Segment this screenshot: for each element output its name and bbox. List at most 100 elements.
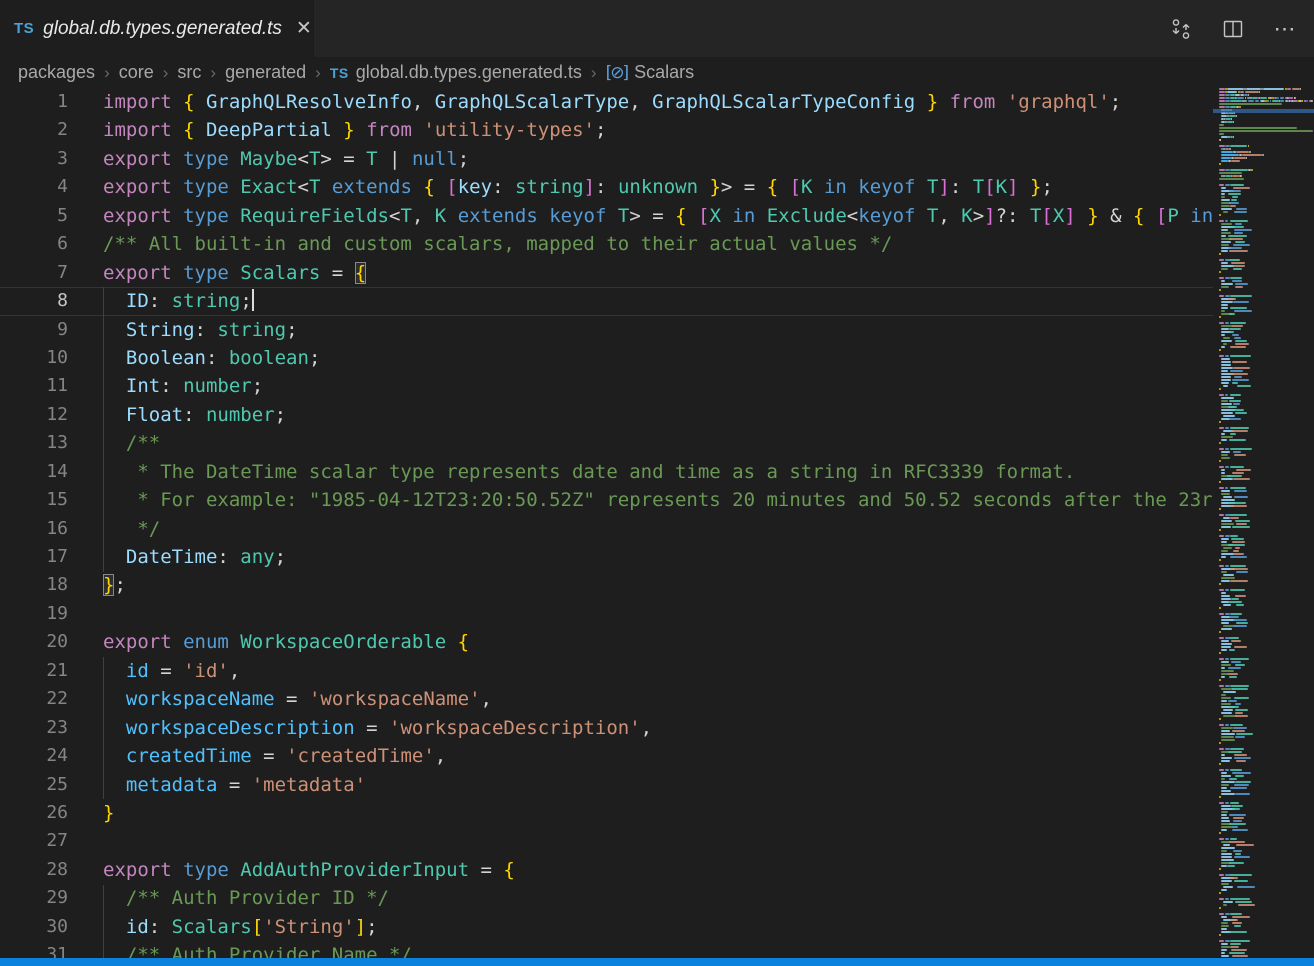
line-number[interactable]: 15 bbox=[0, 486, 68, 514]
breadcrumb-item-scalars[interactable]: [⊘]Scalars bbox=[606, 62, 695, 83]
line-number[interactable]: 19 bbox=[0, 600, 68, 628]
line-number[interactable]: 6 bbox=[0, 230, 68, 258]
line-number[interactable]: 3 bbox=[0, 145, 68, 173]
line-number[interactable]: 28 bbox=[0, 856, 68, 884]
code-line[interactable]: 13 /** bbox=[0, 429, 1213, 457]
minimap-line bbox=[1221, 946, 1230, 948]
code-line[interactable]: 4export type Exact<T extends { [key: str… bbox=[0, 173, 1213, 201]
code-line[interactable]: 20export enum WorkspaceOrderable { bbox=[0, 628, 1213, 656]
code-line[interactable]: 25 metadata = 'metadata' bbox=[0, 771, 1213, 799]
minimap-line bbox=[1221, 850, 1227, 852]
minimap-line bbox=[1221, 694, 1226, 696]
line-number[interactable]: 14 bbox=[0, 458, 68, 486]
code-line[interactable]: 23 workspaceDescription = 'workspaceDesc… bbox=[0, 714, 1213, 742]
code-line[interactable]: 10 Boolean: boolean; bbox=[0, 344, 1213, 372]
code-editor[interactable]: 1import { GraphQLResolveInfo, GraphQLSca… bbox=[0, 88, 1213, 966]
code-line[interactable]: 6/** All built-in and custom scalars, ma… bbox=[0, 230, 1213, 258]
line-number[interactable]: 2 bbox=[0, 116, 68, 144]
line-number[interactable]: 21 bbox=[0, 657, 68, 685]
code-line[interactable]: 1import { GraphQLResolveInfo, GraphQLSca… bbox=[0, 88, 1213, 116]
minimap-line bbox=[1221, 151, 1233, 153]
line-number[interactable]: 27 bbox=[0, 827, 68, 855]
code-line[interactable]: 16 */ bbox=[0, 515, 1213, 543]
line-number[interactable]: 22 bbox=[0, 685, 68, 713]
code-line[interactable]: 2import { DeepPartial } from 'utility-ty… bbox=[0, 116, 1213, 144]
minimap-line bbox=[1230, 943, 1242, 945]
code-line[interactable]: 21 id = 'id', bbox=[0, 657, 1213, 685]
minimap-line bbox=[1237, 97, 1243, 99]
line-number[interactable]: 8 bbox=[0, 287, 68, 315]
minimap-line bbox=[1219, 220, 1224, 222]
code-line[interactable]: 9 String: string; bbox=[0, 316, 1213, 344]
code-line[interactable]: 3export type Maybe<T> = T | null; bbox=[0, 145, 1213, 173]
more-actions-icon[interactable]: ⋯ bbox=[1272, 16, 1298, 42]
code-line[interactable]: 7export type Scalars = { bbox=[0, 259, 1213, 287]
open-changes-icon[interactable] bbox=[1168, 16, 1194, 42]
code-line[interactable]: 18}; bbox=[0, 571, 1213, 599]
line-number[interactable]: 17 bbox=[0, 543, 68, 571]
minimap-line bbox=[1235, 595, 1246, 597]
breadcrumb-item-core[interactable]: core bbox=[119, 62, 154, 83]
line-number[interactable]: 11 bbox=[0, 372, 68, 400]
line-number[interactable]: 1 bbox=[0, 88, 68, 116]
code-line[interactable]: 28export type AddAuthProviderInput = { bbox=[0, 856, 1213, 884]
breadcrumb-item-packages[interactable]: packages bbox=[18, 62, 95, 83]
minimap-line bbox=[1232, 361, 1247, 363]
minimap-line bbox=[1223, 517, 1231, 519]
minimap[interactable] bbox=[1213, 88, 1314, 958]
minimap-line bbox=[1230, 184, 1244, 186]
code-line[interactable]: 17 DateTime: any; bbox=[0, 543, 1213, 571]
code-line[interactable]: 22 workspaceName = 'workspaceName', bbox=[0, 685, 1213, 713]
line-number[interactable]: 20 bbox=[0, 628, 68, 656]
minimap-line bbox=[1233, 187, 1250, 189]
code-line[interactable]: 26} bbox=[0, 799, 1213, 827]
minimap-line bbox=[1219, 748, 1224, 750]
line-number[interactable]: 24 bbox=[0, 742, 68, 770]
line-number[interactable]: 12 bbox=[0, 401, 68, 429]
minimap-line bbox=[1229, 190, 1241, 192]
breadcrumb-separator: › bbox=[591, 63, 597, 83]
minimap-line bbox=[1223, 844, 1230, 846]
line-number[interactable]: 4 bbox=[0, 173, 68, 201]
code-line[interactable]: 27 bbox=[0, 827, 1213, 855]
line-number[interactable]: 7 bbox=[0, 259, 68, 287]
minimap-line bbox=[1219, 892, 1221, 894]
breadcrumb-item-generated[interactable]: generated bbox=[225, 62, 306, 83]
code-line[interactable]: 12 Float: number; bbox=[0, 401, 1213, 429]
code-line[interactable]: 14 * The DateTime scalar type represents… bbox=[0, 458, 1213, 486]
code-line[interactable]: 15 * For example: "1985-04-12T23:20:50.5… bbox=[0, 486, 1213, 514]
line-number[interactable]: 10 bbox=[0, 344, 68, 372]
code-line[interactable]: 19 bbox=[0, 600, 1213, 628]
split-editor-icon[interactable] bbox=[1220, 16, 1246, 42]
code-line[interactable]: 5export type RequireFields<T, K extends … bbox=[0, 202, 1213, 230]
minimap-line bbox=[1230, 787, 1247, 789]
minimap-line bbox=[1221, 577, 1235, 579]
code-line[interactable]: 11 Int: number; bbox=[0, 372, 1213, 400]
minimap-line bbox=[1221, 640, 1229, 642]
code-line[interactable]: 30 id: Scalars['String']; bbox=[0, 913, 1213, 941]
line-number[interactable]: 30 bbox=[0, 913, 68, 941]
minimap-line bbox=[1221, 454, 1229, 456]
close-icon[interactable]: ✕ bbox=[296, 19, 312, 38]
minimap-line bbox=[1232, 325, 1243, 327]
code-line[interactable]: 8 ID: string; bbox=[0, 287, 1213, 315]
line-number[interactable]: 9 bbox=[0, 316, 68, 344]
minimap-line bbox=[1236, 571, 1248, 573]
line-number[interactable]: 16 bbox=[0, 515, 68, 543]
line-number[interactable]: 18 bbox=[0, 571, 68, 599]
code-line[interactable]: 29 /** Auth Provider ID */ bbox=[0, 884, 1213, 912]
line-number[interactable]: 23 bbox=[0, 714, 68, 742]
minimap-line bbox=[1292, 88, 1300, 90]
line-number[interactable]: 26 bbox=[0, 799, 68, 827]
line-number[interactable]: 13 bbox=[0, 429, 68, 457]
minimap-line bbox=[1221, 286, 1230, 288]
line-number[interactable]: 5 bbox=[0, 202, 68, 230]
line-number[interactable]: 29 bbox=[0, 884, 68, 912]
line-number[interactable]: 25 bbox=[0, 771, 68, 799]
breadcrumb-item-src[interactable]: src bbox=[177, 62, 201, 83]
breadcrumb-item-global-db-types-generated-ts[interactable]: TSglobal.db.types.generated.ts bbox=[330, 62, 582, 83]
tab-global-db-types[interactable]: TS global.db.types.generated.ts ✕ bbox=[0, 0, 314, 57]
minimap-line bbox=[1221, 628, 1232, 630]
minimap-line bbox=[1292, 97, 1294, 99]
code-line[interactable]: 24 createdTime = 'createdTime', bbox=[0, 742, 1213, 770]
